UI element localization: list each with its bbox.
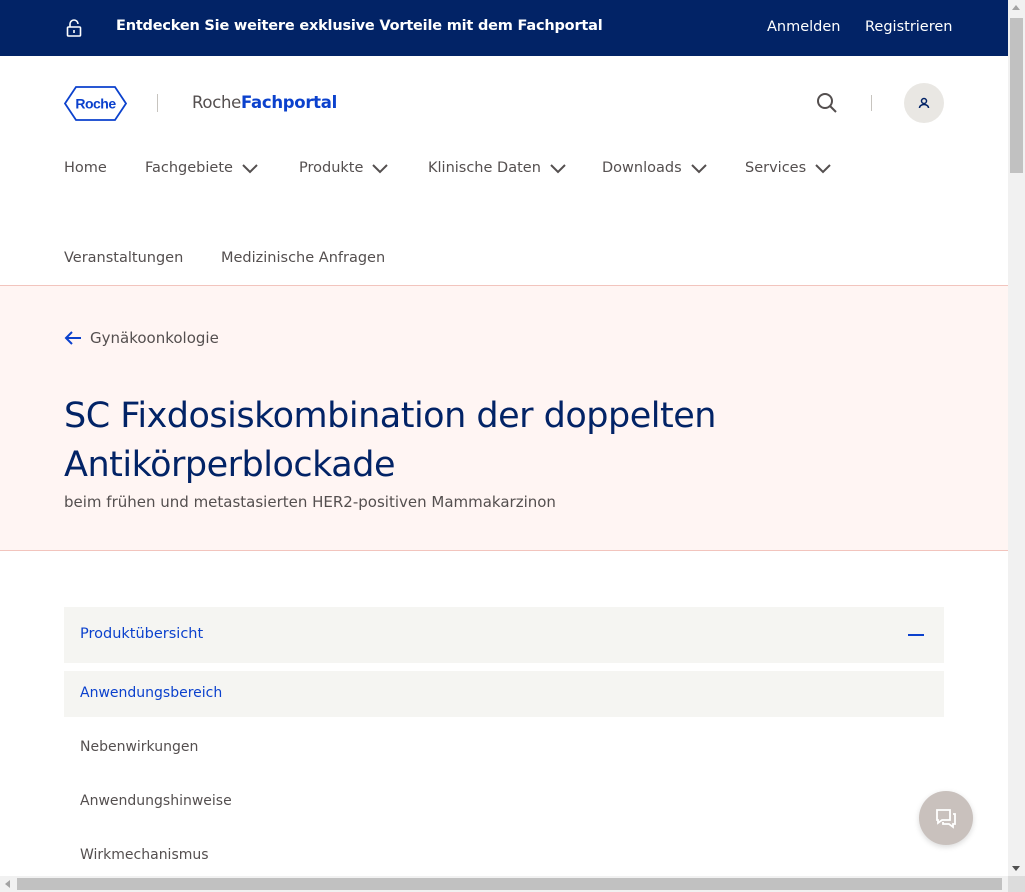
nav-label: Klinische Daten <box>428 160 541 176</box>
promo-text: Entdecken Sie weitere exklusive Vorteile… <box>116 18 603 34</box>
accordion-item-label: Wirkmechanismus <box>80 847 209 863</box>
page: Entdecken Sie weitere exklusive Vorteile… <box>0 0 1008 876</box>
vertical-scroll-thumb[interactable] <box>1010 18 1023 173</box>
lock-open-icon <box>66 19 82 37</box>
portal-suffix: Fachportal <box>241 93 337 112</box>
scroll-up-arrow-icon[interactable] <box>1012 5 1020 10</box>
vertical-scrollbar[interactable] <box>1008 0 1025 876</box>
arrow-left-icon <box>64 331 81 345</box>
page-title: SC Fixdosiskombination der doppelten Ant… <box>64 396 716 485</box>
collapse-minus-icon <box>908 634 924 636</box>
nav-item-home[interactable]: Home <box>64 160 107 176</box>
horizontal-scroll-thumb[interactable] <box>17 878 1002 890</box>
register-link[interactable]: Registrieren <box>865 19 952 35</box>
logo-text: Roche <box>75 96 116 112</box>
scroll-down-arrow-icon[interactable] <box>1012 866 1020 871</box>
header-divider <box>871 95 872 111</box>
nav-label: Services <box>745 160 807 176</box>
accordion-item-anwendungsbereich[interactable]: Anwendungsbereich <box>64 671 944 717</box>
nav-label: Home <box>64 160 107 176</box>
chevron-down-icon <box>372 164 389 174</box>
accordion-item-wirkmechanismus[interactable]: Wirkmechanismus <box>64 833 944 876</box>
back-link-label: Gynäkoonkologie <box>90 329 219 347</box>
scroll-left-arrow-icon[interactable] <box>5 880 10 888</box>
back-link[interactable]: Gynäkoonkologie <box>64 329 219 347</box>
horizontal-scrollbar[interactable] <box>0 876 1008 892</box>
chat-button[interactable] <box>919 791 973 845</box>
nav-item-downloads[interactable]: Downloads <box>602 160 708 176</box>
user-account-button[interactable] <box>904 83 944 123</box>
accordion-item-label: Anwendungsbereich <box>80 685 223 701</box>
nav-item-fachgebiete[interactable]: Fachgebiete <box>145 160 259 176</box>
nav-label: Downloads <box>602 160 682 176</box>
nav-label: Produkte <box>299 160 364 176</box>
page-subtitle: beim frühen und metastasierten HER2-posi… <box>64 493 556 511</box>
chat-icon <box>936 809 956 829</box>
nav-item-klinische-daten[interactable]: Klinische Daten <box>428 160 567 176</box>
chevron-down-icon <box>690 164 707 174</box>
hero-section: Gynäkoonkologie SC Fixdosiskombination d… <box>0 285 1008 551</box>
nav-label: Fachgebiete <box>145 160 233 176</box>
accordion-item-label: Nebenwirkungen <box>80 739 199 755</box>
top-banner: Entdecken Sie weitere exklusive Vorteile… <box>0 0 1008 56</box>
accordion-header-label: Produktübersicht <box>80 626 204 642</box>
search-icon[interactable] <box>815 91 839 115</box>
login-link[interactable]: Anmelden <box>767 19 841 35</box>
accordion-item-label: Anwendungshinweise <box>80 793 232 809</box>
chevron-down-icon <box>242 164 258 174</box>
nav-label: Medizinische Anfragen <box>221 250 386 266</box>
logo-divider <box>157 94 158 112</box>
nav-item-medizinische-anfragen[interactable]: Medizinische Anfragen <box>221 250 385 266</box>
scrollbar-corner <box>1008 876 1025 892</box>
portal-name[interactable]: RocheFachportal <box>192 93 337 112</box>
accordion-item-nebenwirkungen[interactable]: Nebenwirkungen <box>64 725 944 771</box>
nav-item-veranstaltungen[interactable]: Veranstaltungen <box>64 250 183 266</box>
portal-prefix: Roche <box>192 93 241 112</box>
nav-item-produkte[interactable]: Produkte <box>299 160 389 176</box>
roche-logo[interactable]: Roche <box>64 86 127 121</box>
user-icon <box>918 97 930 109</box>
accordion-header-produktuebersicht[interactable]: Produktübersicht <box>64 607 944 663</box>
chevron-down-icon <box>815 164 831 174</box>
nav-item-services[interactable]: Services <box>745 160 832 176</box>
accordion-item-anwendungshinweise[interactable]: Anwendungshinweise <box>64 779 944 825</box>
chevron-down-icon <box>550 164 566 174</box>
nav-label: Veranstaltungen <box>64 250 184 266</box>
